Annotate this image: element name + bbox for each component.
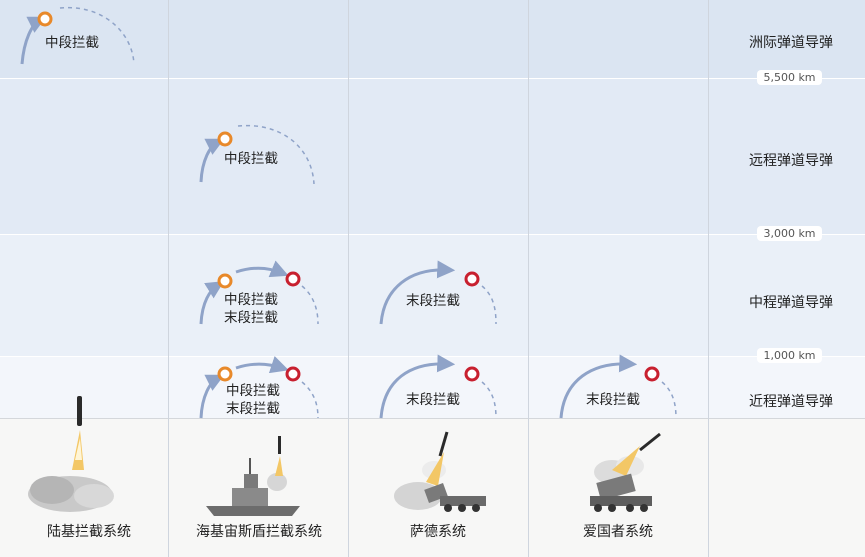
intercept-label: 末段拦截 bbox=[586, 392, 640, 408]
missile-defense-diagram: 洲际弹道导弹 远程弹道导弹 中程弹道导弹 近程弹道导弹 5,500 km 3,0… bbox=[0, 0, 865, 557]
intercept-label: 末段拦截 bbox=[406, 392, 460, 408]
land-launch-illustration bbox=[28, 396, 114, 512]
system-label-land: 陆基拦截系统 bbox=[47, 524, 131, 540]
system-label-thaad: 萨德系统 bbox=[410, 524, 466, 540]
terminal-marker bbox=[285, 366, 301, 382]
trajectory-layer bbox=[20, 6, 677, 516]
intercept-label: 中段拦截 bbox=[45, 35, 99, 51]
terminal-marker bbox=[285, 271, 301, 287]
midcourse-marker bbox=[217, 273, 233, 289]
terminal-marker bbox=[464, 271, 480, 287]
midcourse-marker bbox=[217, 131, 233, 147]
intercept-label: 末段拦截 bbox=[224, 310, 278, 326]
thaad-illustration bbox=[394, 431, 486, 512]
intercept-label: 末段拦截 bbox=[406, 293, 460, 309]
terminal-marker bbox=[644, 366, 660, 382]
system-label-patriot: 爱国者系统 bbox=[583, 524, 653, 540]
ship-illustration bbox=[206, 436, 300, 516]
intercept-label: 中段拦截 bbox=[224, 292, 278, 308]
intercept-label: 中段拦截 bbox=[224, 151, 278, 167]
intercept-label: 末段拦截 bbox=[226, 401, 280, 417]
midcourse-marker bbox=[37, 11, 53, 27]
intercept-label: 中段拦截 bbox=[226, 383, 280, 399]
system-label-aegis: 海基宙斯盾拦截系统 bbox=[196, 524, 322, 540]
terminal-marker bbox=[464, 366, 480, 382]
patriot-illustration bbox=[590, 432, 661, 512]
midcourse-marker bbox=[217, 366, 233, 382]
